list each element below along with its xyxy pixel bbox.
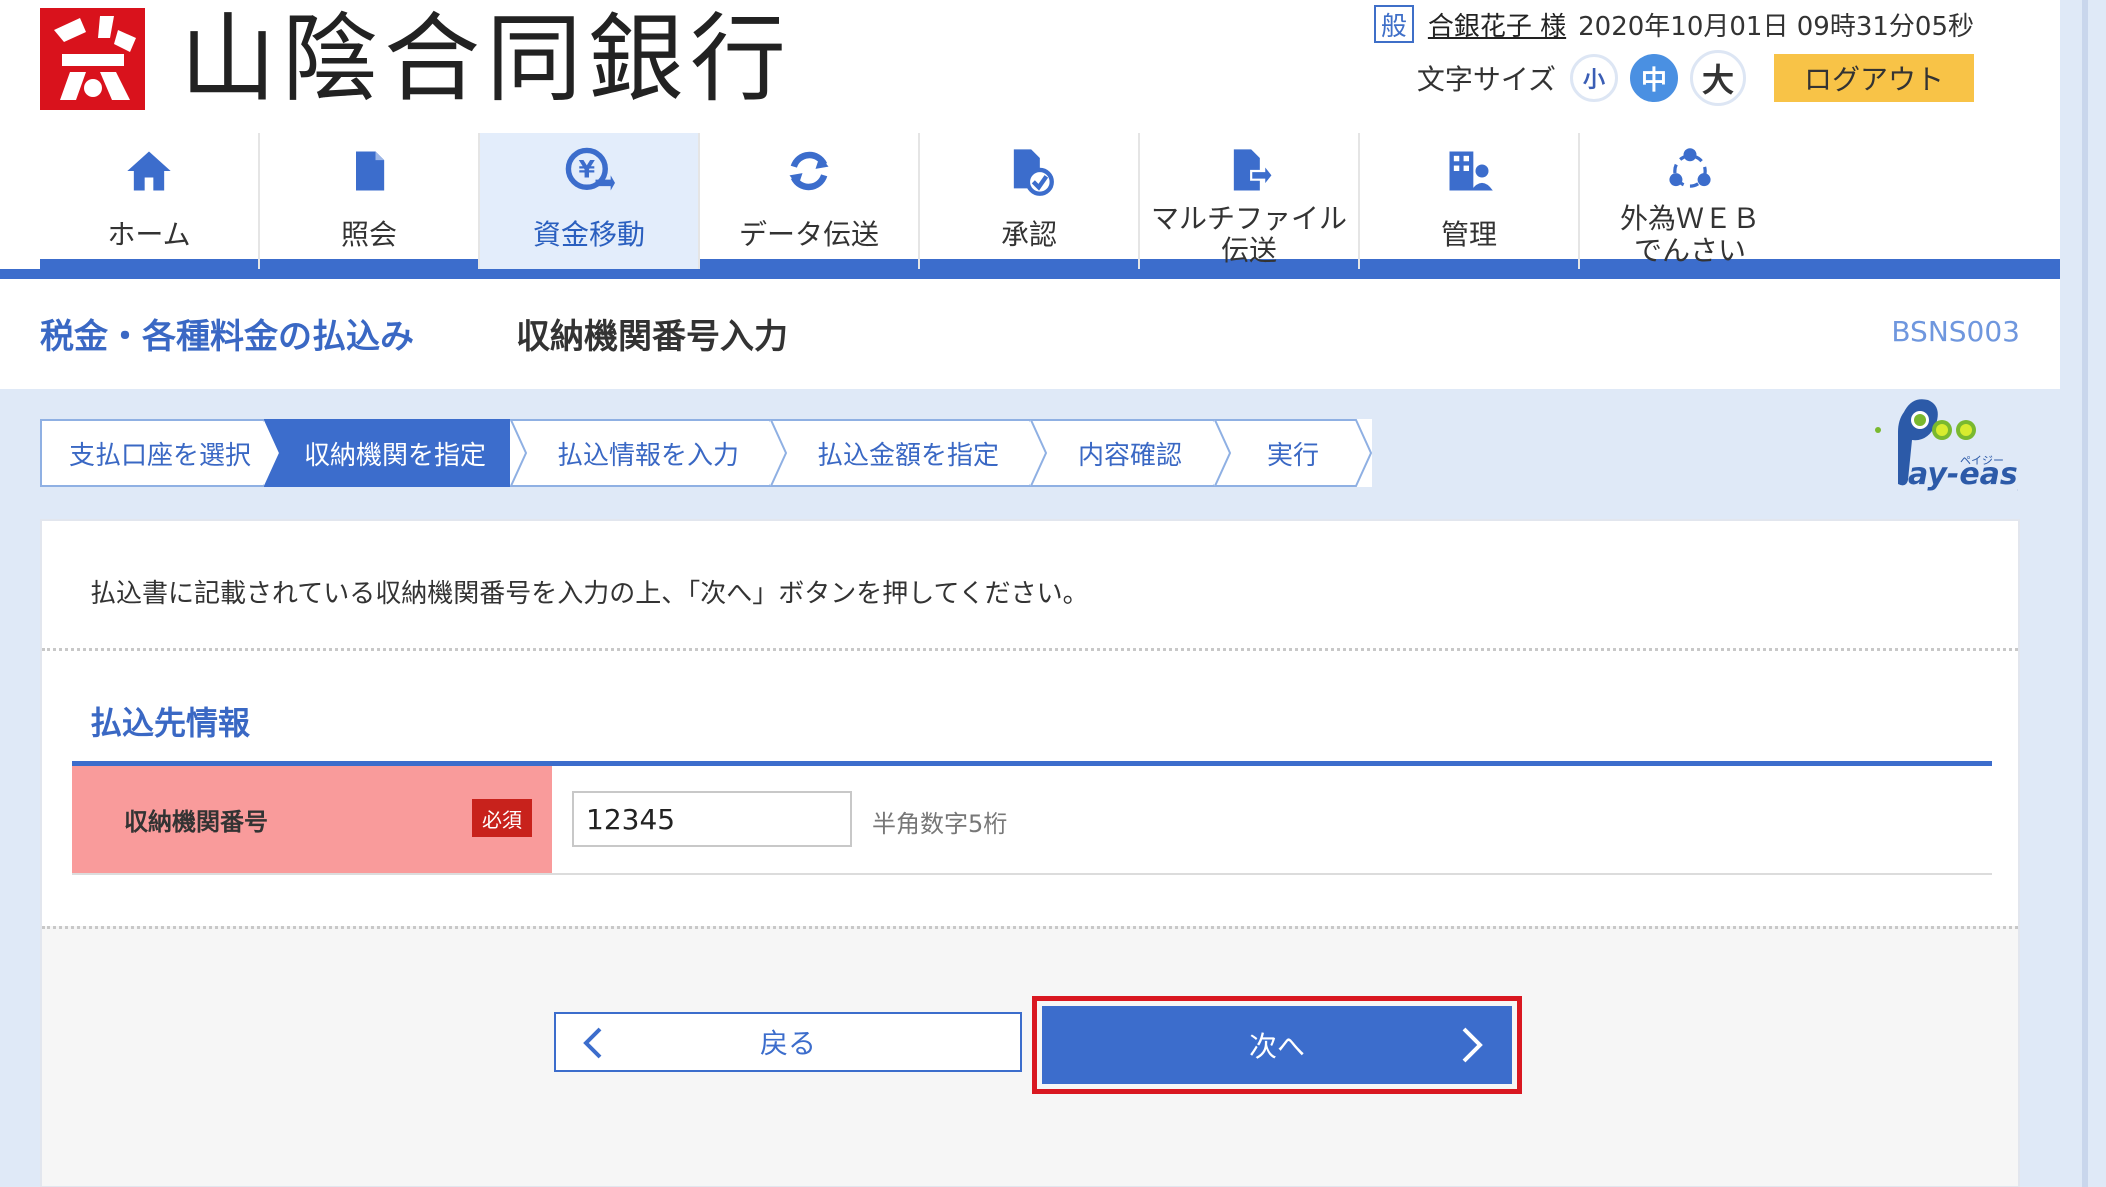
nav-item-multi-file-transmission[interactable]: マルチファイル 伝送 [1140,133,1360,269]
font-size-small-button[interactable]: 小 [1570,54,1618,102]
nav-label: 管理 [1440,218,1497,251]
input-hint: 半角数字5桁 [872,810,1008,838]
step-label: 収納機関を指定 [303,440,486,471]
font-size-label: 文字サイズ [1416,63,1556,96]
step-label: 払込情報を入力 [556,440,739,471]
scrollbar-track[interactable] [2082,0,2088,1187]
nav-item-inquiry[interactable]: 照会 [260,133,480,269]
step-item: 払込情報を入力 [510,419,786,487]
admin-building-icon [1441,143,1497,199]
nav-label: 外為ＷＥＢ でんさい [1619,202,1760,267]
step-label: 支払口座を選択 [68,440,251,471]
logout-button[interactable]: ログアウト [1774,54,1974,102]
main-card: 払込書に記載されている収納機関番号を入力の上、「次へ」ボタンを押してください。 … [40,519,2020,1187]
nav-item-management[interactable]: 管理 [1360,133,1580,269]
nav-label: データ伝送 [738,218,879,251]
sync-icon [781,143,837,199]
divider [42,926,2018,929]
nav-label: ホーム [107,218,191,251]
back-button[interactable]: 戻る [554,1012,1022,1072]
svg-text:ay-easy: ay-easy [1908,457,2018,492]
nav-item-approval[interactable]: 承認 [920,133,1140,269]
step-label: 内容確認 [1077,440,1182,471]
required-badge: 必須 [472,799,532,837]
step-indicator: 支払口座を選択 収納機関を指定 払込情報を入力 払込金額を指定 内容確認 実行 [40,419,1372,487]
nav-item-forex-densai[interactable]: 外為ＷＥＢ でんさい [1580,133,1800,269]
font-size-selector: 文字サイズ 小 中 大 ログアウト [1416,50,1974,106]
next-button[interactable]: 次へ [1042,1006,1512,1084]
user-info: 般 合銀花子 様 2020年10月01日 09時31分05秒 [1373,4,1974,44]
agency-number-input[interactable] [572,791,852,847]
section-heading: 払込先情報 [90,704,251,742]
document-icon [341,143,397,199]
screen-id: BSNS003 [1891,315,2020,348]
step-item: 実行 [1214,419,1372,487]
approve-document-icon [1001,143,1057,199]
next-label: 次へ [1248,1030,1305,1063]
font-size-large-button[interactable]: 大 [1690,50,1746,106]
form-label-cell: 収納機関番号 必須 [72,766,552,873]
login-datetime: 2020年10月01日 09時31分05秒 [1578,11,1974,42]
back-label: 戻る [759,1027,816,1060]
page-title: 収納機関番号入力 [516,317,788,357]
payeasy-logo: ペイジー ay-easy [1868,392,2039,502]
forex-network-icon [1662,143,1718,199]
section-title: 税金・各種料金の払込み [40,317,414,357]
nav-label: マルチファイル 伝送 [1150,202,1347,267]
nav-label: 照会 [340,218,397,251]
step-label: 実行 [1266,440,1319,471]
chevron-right-icon [1460,1026,1484,1071]
global-nav: ホーム 照会 ¥ 資金移動 データ伝送 承認 マルチファイル 伝送 管理 外為Ｗ… [40,133,2060,269]
bank-name: 山陰合同銀行 [180,3,792,115]
action-area: 戻る 次へ [42,926,2018,1186]
nav-label: 資金移動 [532,218,645,251]
nav-item-data-transmission[interactable]: データ伝送 [700,133,920,269]
instruction-text: 払込書に記載されている収納機関番号を入力の上、「次へ」ボタンを押してください。 [90,579,1089,609]
payee-form-table: 収納機関番号 必須 半角数字5桁 [72,761,1992,875]
bank-logo-icon [40,8,145,110]
user-name-link[interactable]: 合銀花子 様 [1428,6,1566,43]
nav-item-home[interactable]: ホーム [40,133,260,269]
step-label: 払込金額を指定 [816,440,999,471]
file-upload-icon [1221,143,1277,199]
step-item: 内容確認 [1030,419,1230,487]
chevron-left-icon [580,1026,604,1067]
nav-label: 承認 [1000,218,1057,251]
step-item-active: 収納機関を指定 [264,419,526,487]
divider [42,648,2018,651]
svg-text:¥: ¥ [579,156,596,184]
font-size-medium-button[interactable]: 中 [1630,54,1678,102]
nav-item-fund-transfer[interactable]: ¥ 資金移動 [480,133,700,269]
yen-transfer-icon: ¥ [561,143,617,199]
step-item: 支払口座を選択 [40,419,280,487]
title-bar: 税金・各種料金の払込み 収納機関番号入力 BSNS003 [0,279,2060,389]
user-type-badge: 般 [1373,5,1414,43]
header: 山陰合同銀行 般 合銀花子 様 2020年10月01日 09時31分05秒 文字… [0,0,2060,133]
agency-number-label: 収納機関番号 [124,808,268,836]
home-icon [121,143,177,199]
step-item: 払込金額を指定 [770,419,1046,487]
